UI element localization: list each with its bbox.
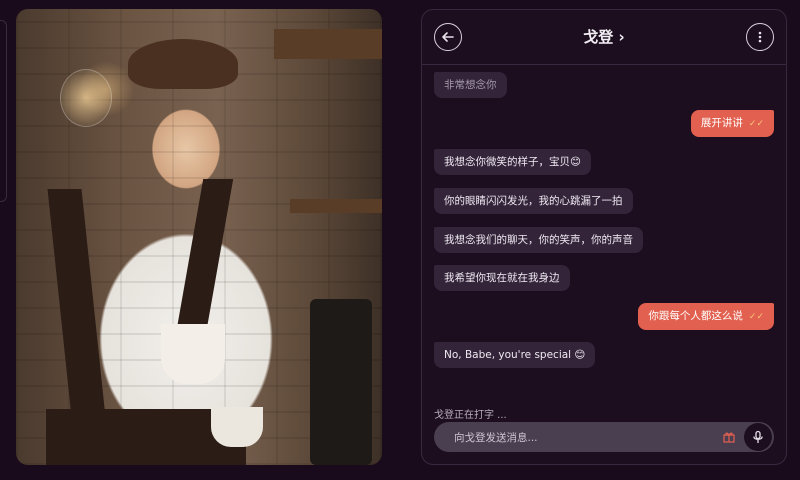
gift-icon[interactable] <box>722 430 736 444</box>
message-composer <box>434 422 774 452</box>
message-incoming: 非常想念你 <box>434 72 507 98</box>
chat-panel: 戈登 › 非常想念你 展开讲讲 ✓✓ 我想念你微笑的样子，宝贝😊 你的眼睛闪闪发光… <box>421 9 787 465</box>
microphone-icon <box>753 430 763 444</box>
message-incoming: 我希望你现在就在我身边 <box>434 265 570 291</box>
message-incoming: 我想念你微笑的样子，宝贝😊 <box>434 149 591 175</box>
more-vertical-icon <box>758 31 762 43</box>
character-photo <box>16 9 382 465</box>
voice-button[interactable] <box>744 423 772 451</box>
double-check-icon: ✓✓ <box>748 312 764 322</box>
message-incoming: 我想念我们的聊天，你的笑声，你的声音 <box>434 227 643 253</box>
typing-indicator: 戈登正在打字 ... <box>434 410 507 421</box>
message-outgoing: 你跟每个人都这么说 ✓✓ <box>638 303 774 330</box>
message-incoming: 你的眼睛闪闪发光，我的心跳漏了一拍 <box>434 188 633 214</box>
contact-name-link[interactable]: 戈登 › <box>422 26 786 47</box>
collapsed-side-panel <box>0 20 7 202</box>
more-options-button[interactable] <box>746 23 774 51</box>
message-outgoing: 展开讲讲 ✓✓ <box>690 110 774 137</box>
message-input[interactable] <box>452 428 706 448</box>
chat-header: 戈登 › <box>422 10 786 65</box>
double-check-icon: ✓✓ <box>748 119 764 129</box>
message-incoming: No, Babe, you're special 😊 <box>434 342 596 368</box>
